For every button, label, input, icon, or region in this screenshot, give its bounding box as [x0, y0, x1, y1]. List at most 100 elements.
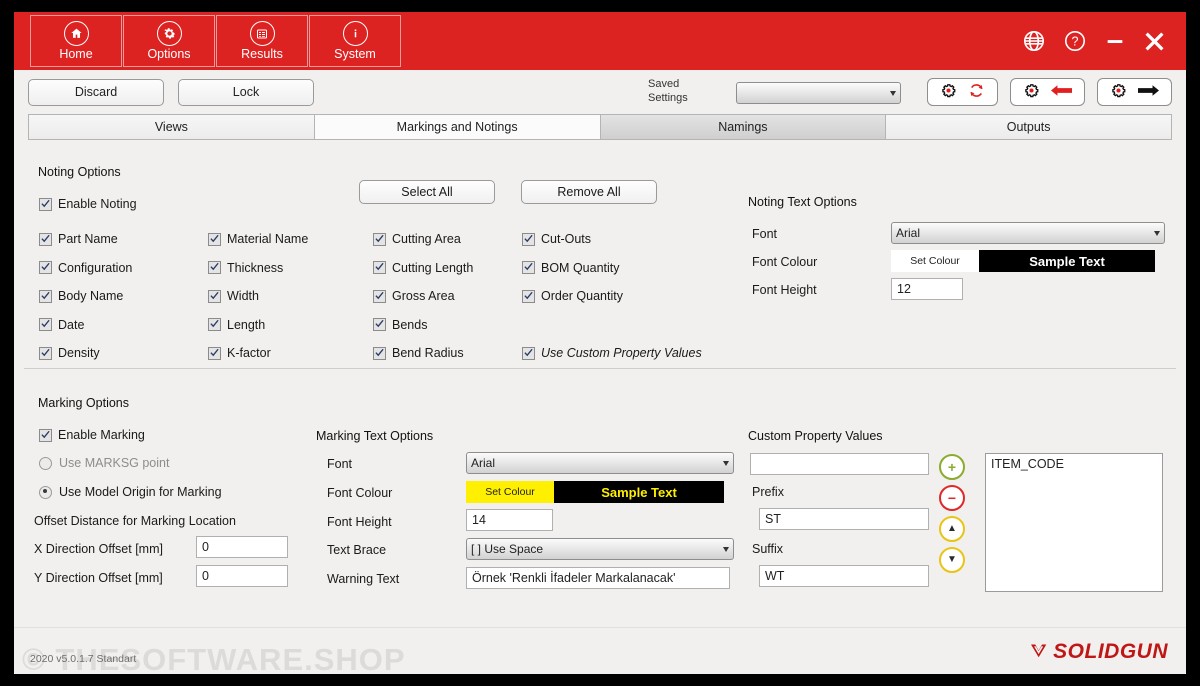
nav-tab-home[interactable]: Home [30, 15, 122, 67]
checkbox-label: Cut-Outs [541, 232, 592, 247]
y-offset-label: Y Direction Offset [mm] [34, 571, 163, 585]
checkbox-label: Cutting Area [392, 232, 461, 247]
settings-save-button[interactable] [1097, 78, 1172, 106]
checkbox-part-name[interactable]: Part Name [39, 225, 132, 254]
nav-tab-system[interactable]: System [309, 15, 401, 67]
checkbox-enable-marking[interactable]: Enable Marking [39, 428, 145, 442]
globe-icon[interactable] [1022, 29, 1046, 53]
prefix-input[interactable]: ST [759, 508, 929, 530]
checkbox-icon [522, 261, 535, 275]
checkbox-icon [373, 289, 386, 303]
tab-namings[interactable]: Namings [600, 115, 887, 139]
noting-colour-row: Set Colour Sample Text [891, 250, 1155, 272]
settings-refresh-button[interactable] [927, 78, 998, 106]
radio-use-marksg-point[interactable]: Use MARKSG point [39, 456, 169, 470]
brand-logo-text: SOLIDGUN [1053, 640, 1168, 663]
brand-logo: SOLIDGUN [1030, 640, 1168, 664]
arrow-right-icon [1138, 83, 1159, 101]
checkbox-thickness[interactable]: Thickness [208, 254, 308, 283]
lock-button[interactable]: Lock [178, 78, 314, 106]
checkbox-cutting-length[interactable]: Cutting Length [373, 254, 473, 283]
checkbox-label: Enable Noting [58, 197, 137, 211]
checkbox-label: K-factor [227, 346, 271, 361]
checkbox-enable-noting[interactable]: Enable Noting [39, 197, 137, 211]
checkbox-icon [522, 289, 535, 303]
suffix-input[interactable]: WT [759, 565, 929, 587]
noting-column-4-spacer [522, 311, 702, 340]
move-up-button[interactable]: ▲ [939, 516, 965, 542]
refresh-icon [968, 82, 985, 102]
saved-settings-label: Saved Settings [648, 78, 688, 106]
marking-font-dropdown[interactable]: Arial [466, 452, 734, 474]
marking-options-title: Marking Options [38, 396, 130, 410]
list-icon [249, 21, 275, 47]
checkbox-order-quantity[interactable]: Order Quantity [522, 282, 702, 311]
checkbox-width[interactable]: Width [208, 282, 308, 311]
move-down-button[interactable]: ▼ [939, 547, 965, 573]
checkbox-bend-radius[interactable]: Bend Radius [373, 339, 473, 368]
nav-tab-options[interactable]: Options [123, 15, 215, 67]
checkbox-icon [208, 232, 221, 246]
checkbox-body-name[interactable]: Body Name [39, 282, 132, 311]
x-offset-input[interactable]: 0 [196, 536, 288, 558]
checkbox-gross-area[interactable]: Gross Area [373, 282, 473, 311]
checkbox-bends[interactable]: Bends [373, 311, 473, 340]
remove-all-button[interactable]: Remove All [521, 180, 657, 204]
help-icon[interactable]: ? [1063, 29, 1087, 53]
saved-settings-label-line1: Saved [648, 78, 680, 90]
text-brace-dropdown[interactable]: [ ] Use Space [466, 538, 734, 560]
settings-load-button[interactable] [1010, 78, 1085, 106]
checkbox-k-factor[interactable]: K-factor [208, 339, 308, 368]
gear-icon [1023, 82, 1040, 102]
noting-column-1: Part Name Configuration Body Name Date D… [39, 225, 132, 368]
section-tabs: Views Markings and Notings Namings Outpu… [28, 114, 1172, 140]
nav-tab-results-label: Results [241, 47, 283, 62]
checkbox-icon [522, 232, 535, 246]
marking-font-height-input[interactable]: 14 [466, 509, 553, 531]
radio-use-model-origin[interactable]: Use Model Origin for Marking [39, 485, 222, 499]
noting-font-dropdown[interactable]: Arial [891, 222, 1165, 244]
noting-font-colour-label: Font Colour [752, 255, 818, 269]
list-item[interactable]: ITEM_CODE [991, 457, 1157, 471]
checkbox-bom-quantity[interactable]: BOM Quantity [522, 254, 702, 283]
noting-font-height-input[interactable]: 12 [891, 278, 963, 300]
marking-font-label: Font [327, 457, 353, 471]
new-property-input[interactable] [750, 453, 929, 475]
checkbox-icon [39, 261, 52, 275]
checkbox-label: Density [58, 346, 100, 361]
marking-colour-row: Set Colour Sample Text [466, 481, 724, 503]
tab-views[interactable]: Views [29, 115, 315, 139]
noting-set-colour-button[interactable]: Set Colour [891, 250, 979, 272]
info-icon [342, 21, 368, 47]
marking-set-colour-button[interactable]: Set Colour [466, 481, 554, 503]
tab-markings-and-notings[interactable]: Markings and Notings [314, 115, 601, 139]
checkbox-label: Configuration [58, 260, 133, 275]
home-icon [63, 21, 89, 47]
checkbox-label: Width [227, 289, 259, 304]
close-icon[interactable] [1143, 30, 1166, 53]
custom-property-list[interactable]: ITEM_CODE [985, 453, 1163, 592]
checkbox-cutting-area[interactable]: Cutting Area [373, 225, 473, 254]
checkbox-configuration[interactable]: Configuration [39, 254, 132, 283]
nav-tab-results[interactable]: Results [216, 15, 308, 67]
checkbox-density[interactable]: Density [39, 339, 132, 368]
add-property-button[interactable]: + [939, 454, 965, 480]
checkbox-length[interactable]: Length [208, 311, 308, 340]
minimize-icon[interactable] [1104, 30, 1126, 52]
warning-text-input[interactable]: Örnek 'Renkli İfadeler Markalanacak' [466, 567, 730, 589]
discard-button[interactable]: Discard [28, 78, 164, 106]
noting-column-4: Cut-Outs BOM Quantity Order Quantity Use… [522, 225, 702, 368]
arrow-left-icon [1051, 83, 1072, 101]
select-all-button[interactable]: Select All [359, 180, 495, 204]
noting-column-2: Material Name Thickness Width Length K-f… [208, 225, 308, 368]
saved-settings-dropdown[interactable] [736, 82, 901, 104]
version-label: 2020 v5.0.1.7 Standart [30, 653, 137, 665]
checkbox-cut-outs[interactable]: Cut-Outs [522, 225, 702, 254]
checkbox-date[interactable]: Date [39, 311, 132, 340]
tab-outputs[interactable]: Outputs [886, 115, 1171, 139]
y-offset-input[interactable]: 0 [196, 565, 288, 587]
checkbox-material-name[interactable]: Material Name [208, 225, 308, 254]
checkbox-use-custom-property-values[interactable]: Use Custom Property Values [522, 339, 702, 368]
nav-tab-home-label: Home [59, 47, 93, 62]
remove-property-button[interactable]: − [939, 485, 965, 511]
